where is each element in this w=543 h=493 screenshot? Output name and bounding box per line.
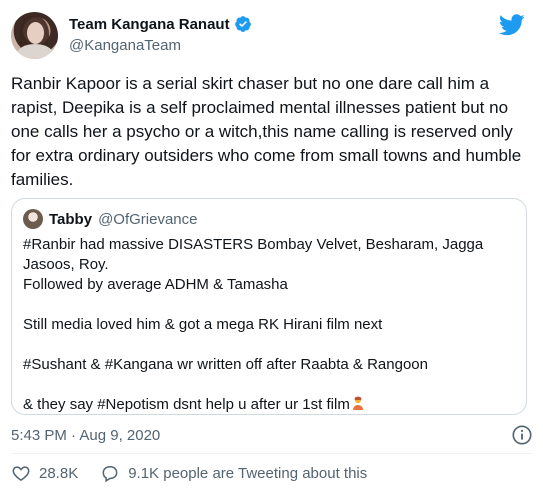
tweet-timestamp[interactable]: 5:43 PM · Aug 9, 2020 xyxy=(11,427,160,444)
tweeting-about-text: 9.1K people are Tweeting about this xyxy=(128,464,368,482)
author-avatar[interactable] xyxy=(11,12,58,59)
comment-icon xyxy=(102,466,118,483)
quoted-line-1: #Ranbir had massive DISASTERS Bombay Vel… xyxy=(23,236,484,273)
conversation-button[interactable]: 9.1K people are Tweeting about this xyxy=(100,463,367,483)
twitter-bird-icon[interactable] xyxy=(499,14,525,36)
quoted-tweet-text: #Ranbir had massive DISASTERS Bombay Vel… xyxy=(23,235,518,415)
author-display-name[interactable]: Team Kangana Ranaut xyxy=(69,15,252,33)
quoted-author-name: Tabby xyxy=(49,210,93,228)
quoted-line-4: Still media loved him & got a mega RK Hi… xyxy=(23,316,383,333)
author-name-text[interactable]: Team Kangana Ranaut xyxy=(69,16,230,33)
quoted-line-6: #Sushant & #Kangana wr written off after… xyxy=(23,356,428,373)
like-button[interactable]: 28.8K xyxy=(11,463,78,483)
info-icon[interactable] xyxy=(511,424,533,446)
quoted-tweet[interactable]: Tabby @OfGrievance #Ranbir had massive D… xyxy=(11,198,527,415)
quoted-line-8: & they say #Nepotism dsnt help u after u… xyxy=(23,396,350,413)
quoted-author-handle: @OfGrievance xyxy=(98,210,198,228)
person-gesturing-emoji xyxy=(352,396,363,410)
author-handle[interactable]: @KanganaTeam xyxy=(69,37,252,54)
quoted-tweet-header: Tabby @OfGrievance xyxy=(23,209,198,229)
tweet-header: Team Kangana Ranaut @KanganaTeam xyxy=(11,12,533,60)
like-count: 28.8K xyxy=(39,464,79,482)
quoted-line-2: Followed by average ADHM & Tamasha xyxy=(23,276,288,293)
divider xyxy=(11,453,533,454)
verified-badge-icon xyxy=(234,16,251,32)
tweet-actions: 28.8K 9.1K people are Tweeting about thi… xyxy=(11,463,367,483)
tweet-card: Team Kangana Ranaut @KanganaTeam Ranbir … xyxy=(0,0,543,493)
quoted-author-avatar xyxy=(23,209,43,229)
tweet-text: Ranbir Kapoor is a serial skirt chaser b… xyxy=(11,74,522,189)
heart-icon xyxy=(12,466,30,481)
author-info[interactable]: Team Kangana Ranaut @KanganaTeam xyxy=(69,15,252,54)
